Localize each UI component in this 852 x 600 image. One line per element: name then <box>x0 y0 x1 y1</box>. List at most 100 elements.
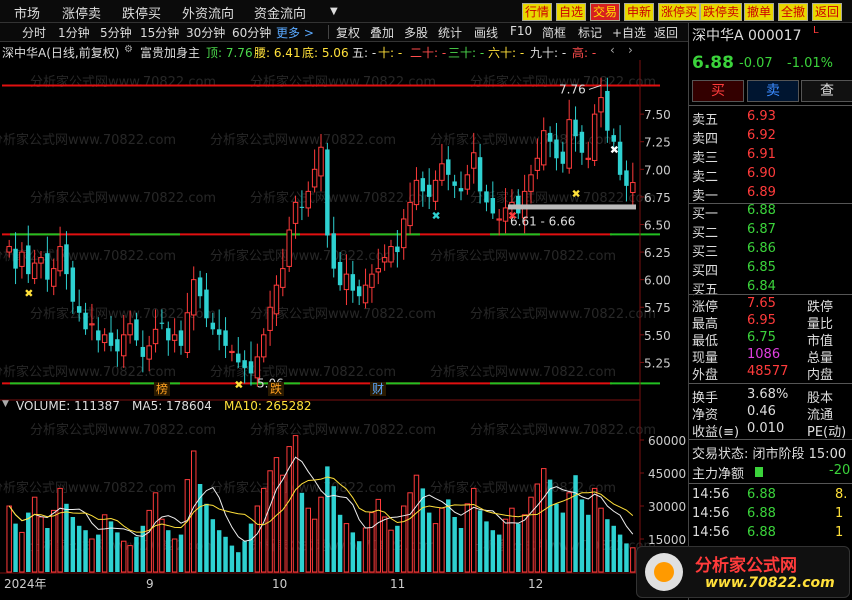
watermark-text: 分析家公式网www.70822.com <box>250 74 436 90</box>
tool-draw-line[interactable]: 画线 <box>474 24 498 41</box>
candle-up <box>89 323 95 326</box>
candle-up <box>318 146 324 177</box>
query-button[interactable]: 查 <box>801 80 852 102</box>
tick-volume: 1 <box>835 525 844 540</box>
btn-quotes[interactable]: 行情 <box>522 3 553 21</box>
tool-multi-stock[interactable]: 多股 <box>404 24 428 41</box>
tool-stats[interactable]: 统计 <box>438 24 462 41</box>
btn-cancel-all[interactable]: 全撤 <box>778 3 809 21</box>
volume-collapse-icon[interactable]: ▼ <box>2 399 9 409</box>
candle-up <box>381 257 388 263</box>
x-tick-label: 9 <box>146 577 154 591</box>
candle-up <box>191 279 197 316</box>
volume-bar-down <box>516 523 521 572</box>
tool-f10[interactable]: F10 <box>510 24 532 38</box>
candle-up <box>541 130 547 166</box>
btn-back[interactable]: 返回 <box>812 3 843 21</box>
menu-dropdown-icon[interactable]: ▼ <box>330 6 338 17</box>
tool-add-watchlist[interactable]: +自选 <box>612 24 646 41</box>
candle-up <box>566 119 572 169</box>
candle-up <box>598 97 604 113</box>
trade-status: 交易状态: 闭市阶段 15:00 <box>692 447 847 462</box>
menu-limit-up-sell[interactable]: 涨停卖 <box>62 3 101 22</box>
buy-button[interactable]: 买 <box>692 80 744 102</box>
menu-capital-flow[interactable]: 资金流向 <box>254 3 306 22</box>
volume-bar-down <box>395 525 400 572</box>
candle-up <box>6 246 12 253</box>
volume-bar-down <box>216 530 222 572</box>
volume-bar-down <box>26 512 31 572</box>
indicator-settings-icon[interactable]: ⚙ <box>124 44 133 55</box>
btn-limit-up-buy[interactable]: 涨停买 <box>658 3 701 21</box>
menu-foreign-flow[interactable]: 外资流向 <box>182 3 234 22</box>
period-60min[interactable]: 60分钟 <box>232 24 271 41</box>
tool-back[interactable]: 返回 <box>654 24 678 41</box>
period-15min[interactable]: 15分钟 <box>140 24 179 41</box>
main-flow-bar <box>755 467 763 477</box>
watermark-text: 分析家公式网www.70822.com <box>470 306 656 322</box>
btn-cancel-order[interactable]: 撤单 <box>744 3 775 21</box>
stat-0-value: 7.65 <box>747 296 776 311</box>
volume-bar-up <box>19 531 25 573</box>
ask-2-value: 6.90 <box>747 166 776 181</box>
event-label: 跌 <box>270 381 282 396</box>
stat2-1-value: 0.46 <box>747 404 776 419</box>
candle-up <box>273 284 280 315</box>
volume-bar-down <box>337 514 343 572</box>
price-tick-label: 7.50 <box>644 108 671 122</box>
candle-down <box>356 286 362 297</box>
candle-up <box>585 157 592 160</box>
volume-bar-down <box>446 499 451 572</box>
candle-down <box>70 267 76 302</box>
period-30min[interactable]: 30分钟 <box>186 24 225 41</box>
candle-up <box>432 179 439 202</box>
candle-down <box>395 246 400 253</box>
volume-bar-up <box>51 509 57 573</box>
candle-up <box>375 268 381 273</box>
tool-mark[interactable]: 标记 <box>578 24 602 41</box>
volume-bar-down <box>579 499 585 572</box>
tool-overlay[interactable]: 叠加 <box>370 24 394 41</box>
next-arrow-icon[interactable]: › <box>628 43 633 57</box>
volume-bar-down <box>331 486 336 572</box>
tool-simple-frame[interactable]: 简框 <box>542 24 566 41</box>
watermark-text: 分析家公式网www.70822.com <box>0 132 176 148</box>
tool-adjust[interactable]: 复权 <box>336 24 360 41</box>
candle-down <box>350 274 356 291</box>
menu-market[interactable]: 市场 <box>14 3 40 22</box>
volume-bar-up <box>464 503 471 573</box>
last-price: 6.88 <box>692 53 734 73</box>
watermark-text: 分析家公式网www.70822.com <box>430 248 616 264</box>
candle-down <box>484 191 489 203</box>
bid-3-label: 买三 <box>692 245 719 260</box>
btn-new-ipo[interactable]: 申新 <box>624 3 655 21</box>
volume-bar-down <box>484 521 489 572</box>
btn-trade[interactable]: 交易 <box>590 3 621 21</box>
bid-2-value: 6.87 <box>747 222 776 237</box>
period-5min[interactable]: 5分钟 <box>100 24 132 41</box>
volume-bar-down <box>204 503 209 572</box>
bid-4-value: 6.85 <box>747 260 776 275</box>
watermark-text: 分析家公式网www.70822.com <box>210 132 396 148</box>
period-more[interactable]: 更多 > <box>276 24 314 41</box>
prev-arrow-icon[interactable]: ‹ <box>610 43 615 57</box>
sell-button[interactable]: 卖 <box>747 80 799 102</box>
price-tick-label: 6.25 <box>644 246 671 260</box>
volume-bar-up <box>362 527 369 573</box>
btn-watchlist[interactable]: 自选 <box>556 3 587 21</box>
chart-area[interactable]: 分析家公式网www.70822.com 分析家公式网www.70822.com 分析… <box>0 60 688 600</box>
candle-down <box>242 360 247 368</box>
tick-time: 14:56 <box>692 506 730 521</box>
volume-tick-label: 45000 <box>648 467 686 481</box>
period-1min[interactable]: 1分钟 <box>58 24 90 41</box>
volume-bar-up <box>89 538 95 573</box>
btn-limit-down-sell[interactable]: 跌停卖 <box>700 3 743 21</box>
volume-bar-down <box>617 534 623 572</box>
volume-bar-up <box>369 512 375 573</box>
main-flow-value: -20 <box>829 463 851 478</box>
indicator-name: 富贵加身主 <box>140 46 201 60</box>
price-tick-label: 7.25 <box>644 136 671 150</box>
period-intraday[interactable]: 分时 <box>22 24 46 41</box>
menu-limit-down-buy[interactable]: 跌停买 <box>122 3 161 22</box>
range-bar <box>508 204 636 210</box>
